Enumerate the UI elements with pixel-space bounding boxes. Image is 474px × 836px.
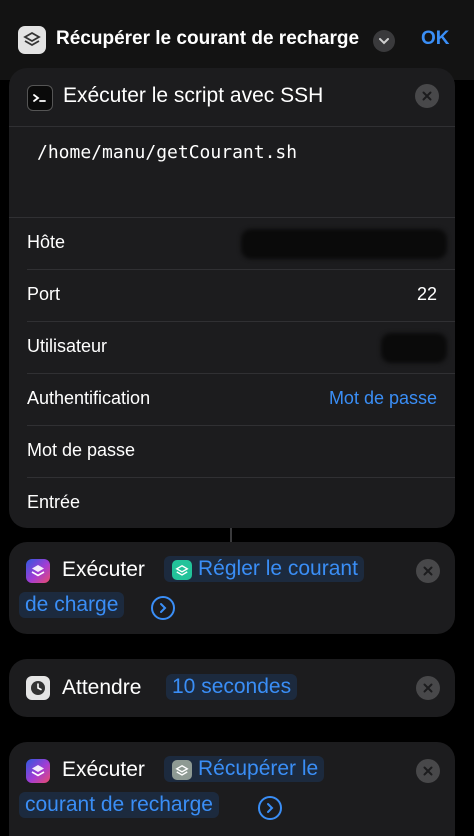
- port-label: Port: [27, 284, 61, 304]
- ssh-action-card: Exécuter le script avec SSH /home/manu/g…: [9, 68, 455, 528]
- run-shortcut-card-1: Exécuter Régler le courant de charge: [9, 542, 455, 634]
- shortcut-token-line2: courant de recharge: [25, 793, 213, 816]
- ssh-action-title: Exécuter le script avec SSH: [63, 84, 324, 107]
- auth-row[interactable]: Authentification Mot de passe: [9, 373, 455, 425]
- wait-action-card: Attendre 10 secondes: [9, 659, 455, 717]
- close-icon[interactable]: [415, 84, 439, 108]
- shortcut-mini-icon: [172, 760, 192, 780]
- shortcut-token[interactable]: Récupérer le: [164, 756, 325, 782]
- port-row[interactable]: Port 22: [9, 269, 455, 321]
- arrow-right-circle-icon[interactable]: [151, 596, 175, 620]
- shortcut-token-continued[interactable]: courant de recharge: [19, 792, 219, 818]
- wait-duration-token[interactable]: 10 secondes: [166, 674, 298, 700]
- terminal-icon: [27, 85, 53, 111]
- auth-value[interactable]: Mot de passe: [329, 388, 437, 409]
- host-row[interactable]: Hôte: [9, 217, 455, 269]
- input-row[interactable]: Entrée: [9, 477, 455, 528]
- ok-button[interactable]: OK: [421, 28, 450, 50]
- shortcut-token-line1: Régler le courant: [198, 557, 358, 580]
- shortcut-token-continued[interactable]: de charge: [19, 592, 125, 618]
- auth-label: Authentification: [27, 388, 151, 408]
- arrow-right-circle-icon[interactable]: [258, 796, 282, 820]
- password-label: Mot de passe: [27, 440, 136, 460]
- run-label: Exécuter: [62, 558, 145, 581]
- wait-label: Attendre: [62, 676, 142, 699]
- shortcuts-app-icon: [18, 26, 46, 54]
- shortcut-token-line1: Récupérer le: [198, 757, 319, 780]
- divider: [9, 126, 455, 127]
- close-icon[interactable]: [416, 759, 440, 783]
- shortcut-token-line2: de charge: [25, 593, 119, 616]
- shortcut-token[interactable]: Régler le courant: [164, 556, 364, 582]
- user-label: Utilisateur: [27, 336, 108, 356]
- shortcuts-icon: [26, 559, 50, 583]
- close-icon[interactable]: [416, 676, 440, 700]
- run-shortcut-card-2: Exécuter Récupérer le courant de recharg…: [9, 742, 455, 836]
- shortcut-title[interactable]: Récupérer le courant de recharge: [56, 28, 359, 50]
- host-label: Hôte: [27, 232, 66, 252]
- password-row[interactable]: Mot de passe: [9, 425, 455, 477]
- redacted-user: [381, 333, 447, 363]
- shortcuts-icon: [26, 759, 50, 783]
- ssh-action-header: Exécuter le script avec SSH: [9, 68, 455, 126]
- script-input[interactable]: /home/manu/getCourant.sh: [37, 142, 297, 163]
- redacted-host: [241, 229, 447, 259]
- run-label: Exécuter: [62, 758, 145, 781]
- clock-icon: [26, 676, 50, 700]
- close-icon[interactable]: [416, 559, 440, 583]
- chevron-down-icon[interactable]: [373, 30, 395, 52]
- shortcut-mini-icon: [172, 560, 192, 580]
- action-connector: [230, 528, 232, 542]
- input-label: Entrée: [27, 492, 81, 512]
- port-value[interactable]: 22: [417, 284, 437, 305]
- user-row[interactable]: Utilisateur: [9, 321, 455, 373]
